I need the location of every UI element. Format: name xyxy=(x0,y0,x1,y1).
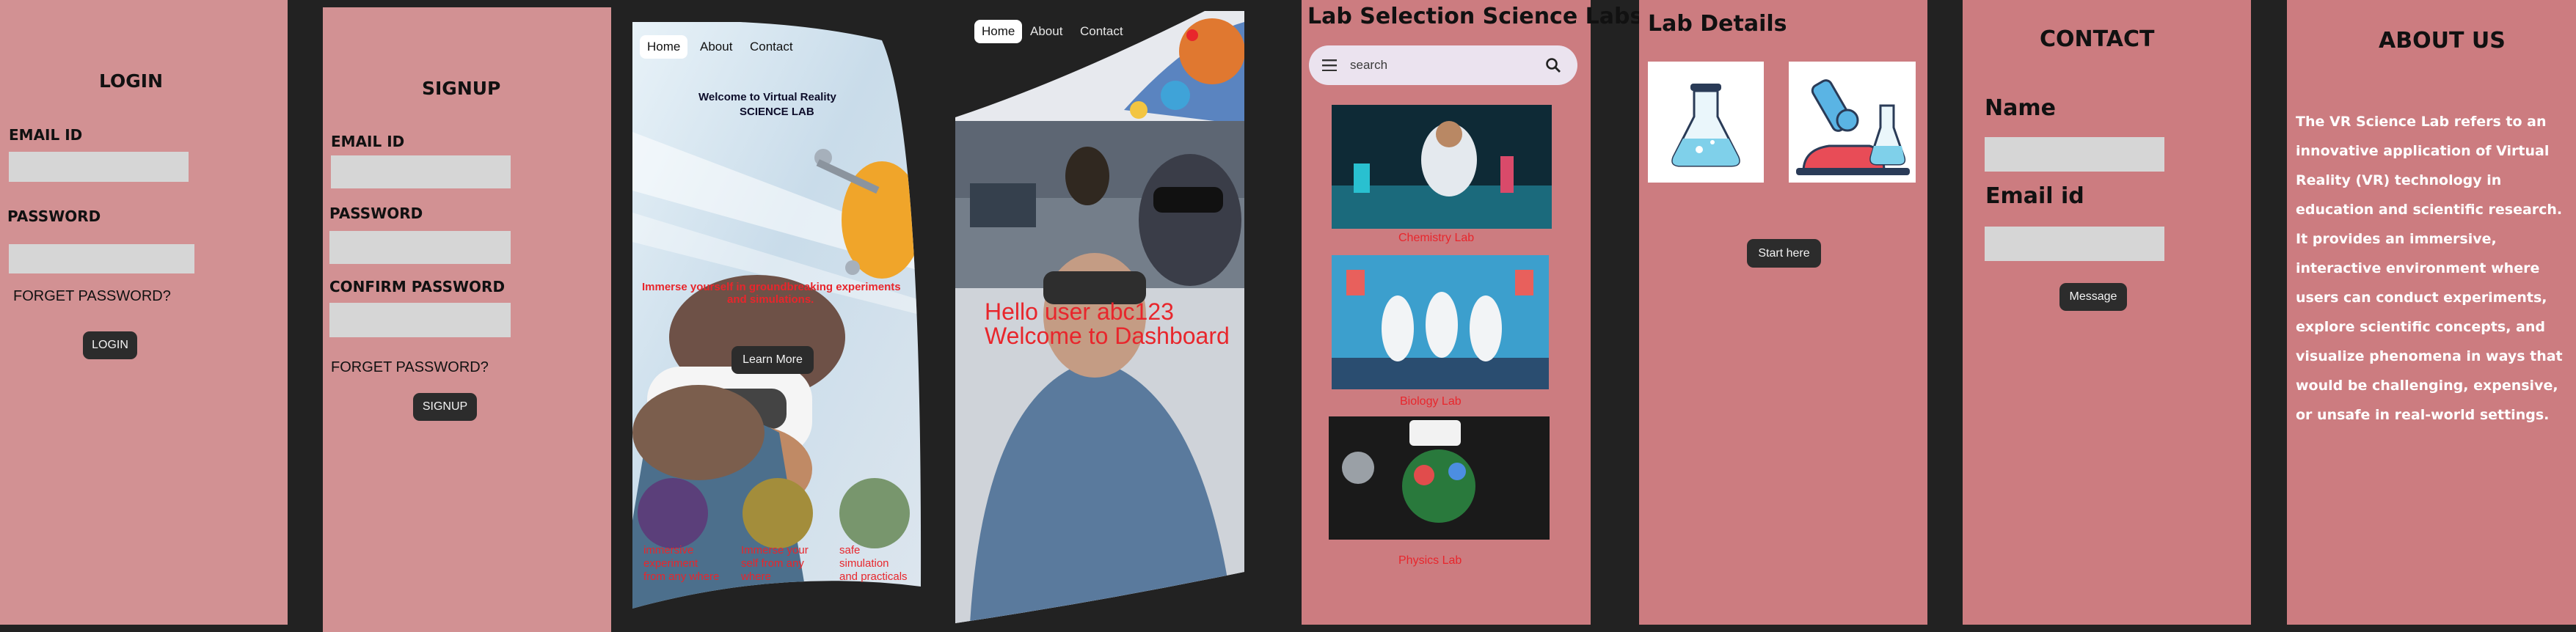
home-nav-about[interactable]: About xyxy=(700,40,732,54)
login-password-label: PASSWORD xyxy=(7,207,101,225)
dashboard-frame: Home About Contact Hello user abc123 Wel… xyxy=(955,7,1244,623)
chemistry-lab-image[interactable] xyxy=(1332,105,1552,229)
home-welcome-line1: Welcome to Virtual Reality xyxy=(698,91,836,103)
contact-name-label: Name xyxy=(1985,95,2056,121)
message-button[interactable]: Message xyxy=(2059,283,2127,311)
contact-title: CONTACT xyxy=(2040,26,2155,52)
signup-confirm-password-field[interactable] xyxy=(329,303,511,337)
signup-password-label: PASSWORD xyxy=(329,205,423,222)
dashboard-nav-contact[interactable]: Contact xyxy=(1080,24,1123,39)
about-title: ABOUT US xyxy=(2379,28,2506,54)
dashboard-nav-about[interactable]: About xyxy=(1030,24,1062,39)
signup-confirm-password-label: CONFIRM PASSWORD xyxy=(329,278,506,295)
login-title: LOGIN xyxy=(99,70,164,92)
home-tagline-line1: Immerse yourself in groundbreaking exper… xyxy=(642,281,901,293)
dashboard-hello-text: Hello user abc123 xyxy=(985,298,1174,325)
contact-email-label: Email id xyxy=(1985,183,2084,209)
home-welcome-line2: SCIENCE LAB xyxy=(740,106,814,118)
home-tagline-line2: and simulations. xyxy=(727,293,814,306)
feature-2-line1: Immerse your xyxy=(741,544,809,556)
signup-email-field[interactable] xyxy=(331,155,511,188)
login-password-field[interactable] xyxy=(9,244,194,273)
login-forget-password-link[interactable]: FORGET PASSWORD? xyxy=(13,288,171,305)
start-here-button[interactable]: Start here xyxy=(1747,239,1821,268)
feature-2-line2: self from any xyxy=(741,557,804,570)
login-email-label: EMAIL ID xyxy=(9,126,83,144)
search-input[interactable]: search xyxy=(1350,58,1387,73)
dashboard-welcome-text: Welcome to Dashboard xyxy=(985,323,1230,349)
biology-lab-image[interactable] xyxy=(1332,255,1549,389)
learn-more-button[interactable]: Learn More xyxy=(731,346,814,374)
login-email-field[interactable] xyxy=(9,152,189,182)
home-nav-home[interactable]: Home xyxy=(640,35,688,59)
search-icon[interactable] xyxy=(1545,57,1561,73)
feature-1-line3: from any where xyxy=(643,570,720,583)
about-frame: ABOUT US The VR Science Lab refers to an… xyxy=(2287,0,2576,625)
biology-lab-link[interactable]: Biology Lab xyxy=(1400,395,1462,408)
login-button[interactable]: LOGIN xyxy=(83,331,137,359)
dashboard-red-dot xyxy=(1186,29,1198,41)
flask-icon xyxy=(1648,62,1764,183)
signup-button[interactable]: SIGNUP xyxy=(413,393,477,421)
contact-name-field[interactable] xyxy=(1985,137,2164,172)
dashboard-nav-home[interactable]: Home xyxy=(974,20,1023,43)
signup-password-field[interactable] xyxy=(329,231,511,264)
home-nav-contact[interactable]: Contact xyxy=(750,40,793,54)
contact-email-field[interactable] xyxy=(1985,227,2164,261)
feature-3-line3: and practicals xyxy=(839,570,908,583)
feature-2-line3: where xyxy=(741,570,771,583)
home-frame: Home About Contact Welcome to Virtual Re… xyxy=(632,22,922,609)
physics-lab-link[interactable]: Physics Lab xyxy=(1398,554,1462,567)
menu-icon[interactable] xyxy=(1322,59,1337,71)
physics-lab-image[interactable] xyxy=(1329,416,1550,540)
signup-title: SIGNUP xyxy=(422,78,501,99)
login-frame: LOGIN EMAIL ID PASSWORD FORGET PASSWORD?… xyxy=(0,0,288,625)
chemistry-lab-link[interactable]: Chemistry Lab xyxy=(1398,232,1474,245)
contact-frame: CONTACT Name Email id Message xyxy=(1963,0,2251,625)
feature-1-line2: experiment xyxy=(643,557,698,570)
feature-3-line1: safe xyxy=(839,544,861,556)
microscope-icon xyxy=(1789,62,1916,183)
signup-forget-password-link[interactable]: FORGET PASSWORD? xyxy=(331,359,489,376)
search-bar[interactable]: search xyxy=(1309,45,1577,85)
signup-frame: SIGNUP EMAIL ID PASSWORD CONFIRM PASSWOR… xyxy=(323,7,611,632)
signup-email-label: EMAIL ID xyxy=(331,133,405,150)
lab-selection-title: Lab Selection Science Labs xyxy=(1307,4,1643,29)
feature-1-line1: immersive xyxy=(643,544,694,556)
lab-details-frame: Lab Details Start here xyxy=(1639,0,1927,625)
about-body: The VR Science Lab refers to an innovati… xyxy=(2296,114,2563,423)
lab-details-title: Lab Details xyxy=(1648,11,1787,37)
feature-3-line2: simulation xyxy=(839,557,889,570)
lab-selection-frame: Lab Selection Science Labs search Chemis… xyxy=(1302,0,1643,625)
